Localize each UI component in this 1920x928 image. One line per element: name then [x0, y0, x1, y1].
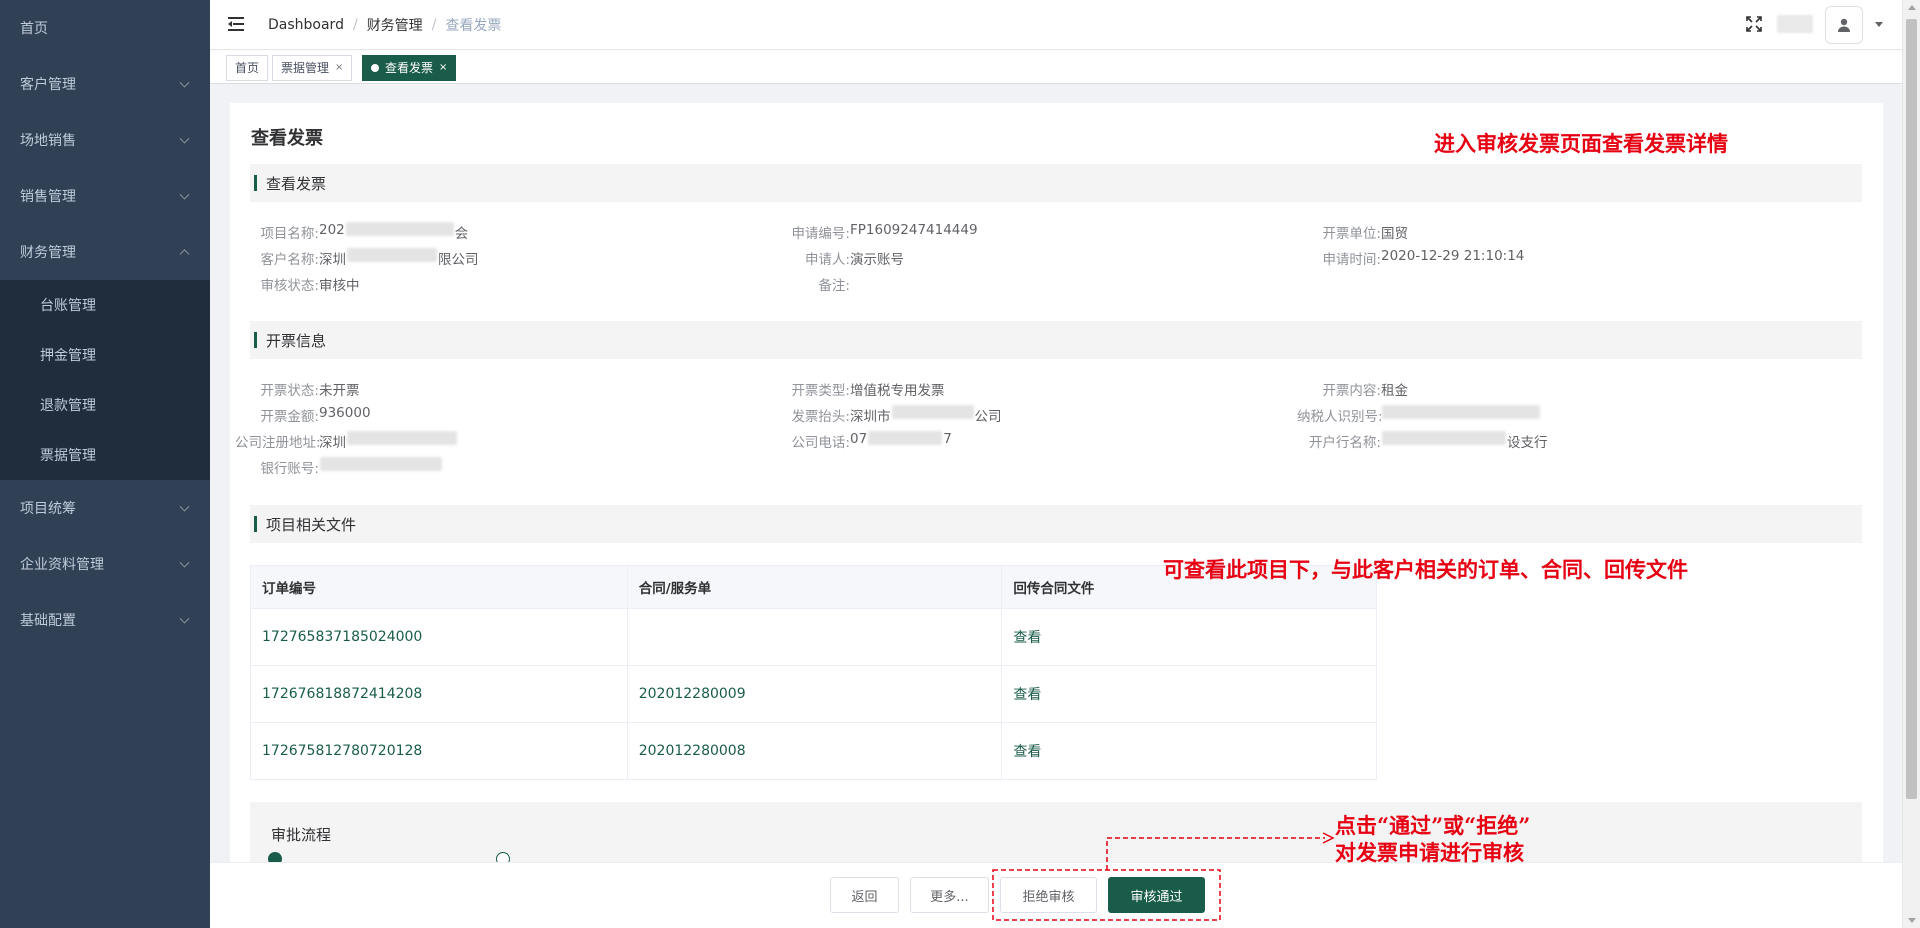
scrollbar[interactable]	[1902, 0, 1920, 928]
annotation-overlay	[992, 832, 1335, 921]
scrollbar-thumb[interactable]	[1906, 19, 1917, 799]
scroll-down-icon[interactable]	[1908, 918, 1916, 923]
annotation-arrow	[1106, 837, 1325, 870]
scroll-up-icon[interactable]	[1908, 5, 1916, 10]
highlight-box	[992, 869, 1221, 921]
